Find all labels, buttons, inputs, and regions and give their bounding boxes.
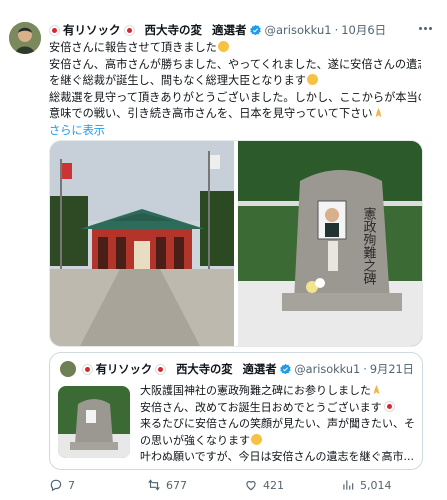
face-emoji-icon [217,41,229,52]
reply-button[interactable]: 7 [49,478,75,492]
japan-flag-icon [123,24,135,36]
reply-count: 7 [68,478,75,492]
tweet-text: 安倍さんに報告させて頂きました 安倍さん、高市さんが勝ちました、やってくれました… [49,40,421,139]
quoted-tweet[interactable]: 有リソック 西大寺の変 適選者 @arisokku1 · 9月21日 大阪護国神… [49,352,423,470]
verified-badge-icon [279,363,291,374]
author-handle[interactable]: @arisokku1 [265,23,332,37]
quoted-media-thumbnail[interactable] [58,386,130,458]
like-button[interactable]: 421 [244,478,284,492]
praying-hands-icon [375,107,381,118]
japan-flag-icon [49,24,60,36]
author-name-middle[interactable]: 西大寺の変 [145,22,203,38]
retweet-button[interactable]: 677 [147,478,187,492]
tweet-media[interactable]: 憲政殉難之碑 [49,140,423,347]
show-more-link[interactable]: さらに表示 [49,124,105,137]
japan-flag-icon [155,363,167,375]
tweet-line: を継ぐ総裁が誕生し、間もなく総理大臣となります [49,73,421,90]
verified-badge-icon [249,24,261,35]
author-avatar[interactable] [9,22,41,54]
retweet-icon [148,479,160,491]
quoted-tweet-line: 来るたびに安倍さんの笑顔が見たい、声が聞きたい、そ [140,417,415,430]
views-icon [343,480,354,490]
tweet-header: 有リソック 西大寺の変 適選者 @arisokku1 · 10月6日 [49,20,439,40]
quoted-author-handle: @arisokku1 [294,362,361,376]
retweet-count: 677 [166,478,187,492]
views-count: 5,014 [360,478,392,492]
author-name-suffix[interactable]: 適選者 [212,22,247,38]
views-button[interactable]: 5,014 [341,478,392,492]
quoted-author-avatar [60,361,76,377]
quoted-tweet-line: 叶わぬ願いですが、今日は安倍さんの遺志を継ぐ高市... [140,450,414,463]
tweet[interactable]: 有リソック 西大寺の変 適選者 @arisokku1 · 10月6日 安倍さんに… [0,0,447,500]
quoted-author-name-suffix: 適選者 [242,363,277,376]
japan-flag-icon [383,400,395,412]
header-separator: · [334,23,339,37]
reply-icon [50,479,62,492]
monument-photo[interactable]: 憲政殉難之碑 [238,141,422,346]
tweet-line: 安倍さん、高市さんが勝ちました、やってくれました、遂に安倍さんの遺志 [49,57,421,71]
monument-inscription: 憲政殉難之碑 [361,206,377,285]
like-count: 421 [263,478,284,492]
author-name-prefix[interactable]: 有リソック [63,22,121,38]
more-options-icon[interactable] [419,22,435,34]
quoted-tweet-line: 大阪護国神社の憲政殉難之碑にお参りしました [140,384,371,397]
quoted-author-name-middle: 西大寺の変 [176,363,233,376]
tweet-line: 総裁選を見守って頂きありがとうございました。しかし、ここからが本当の [49,90,421,104]
tweet-actions: 7 677 421 5,014 [49,476,429,496]
tweet-date[interactable]: 10月6日 [341,22,386,38]
heart-icon [246,481,256,491]
quoted-header-separator: · [363,362,367,376]
tweet-line: 意味での戦い、引き続き高市さんを、日本を見守っていて下さい [49,106,421,123]
shrine-photo[interactable] [50,141,234,346]
quoted-tweet-date: 9月21日 [369,363,414,376]
quoted-tweet-line: の思いが強くなります [140,433,250,447]
japan-flag-icon [81,363,93,375]
quoted-tweet-text: 大阪護国神社の憲政殉難之碑にお参りしました 安倍さん、改めてお誕生日おめでとうご… [140,383,416,466]
quoted-tweet-line: 安倍さん、改めてお誕生日おめでとうございます [140,400,382,414]
face-emoji-icon [251,433,262,445]
quoted-author-name-prefix: 有リソック [95,363,153,376]
face-emoji-icon [306,74,318,85]
praying-hands-icon [373,384,380,395]
tweet-line: 安倍さんに報告させて頂きました [49,40,421,57]
quoted-tweet-header: 有リソック 西大寺の変 適選者 @arisokku1 · 9月21日 [60,359,414,379]
